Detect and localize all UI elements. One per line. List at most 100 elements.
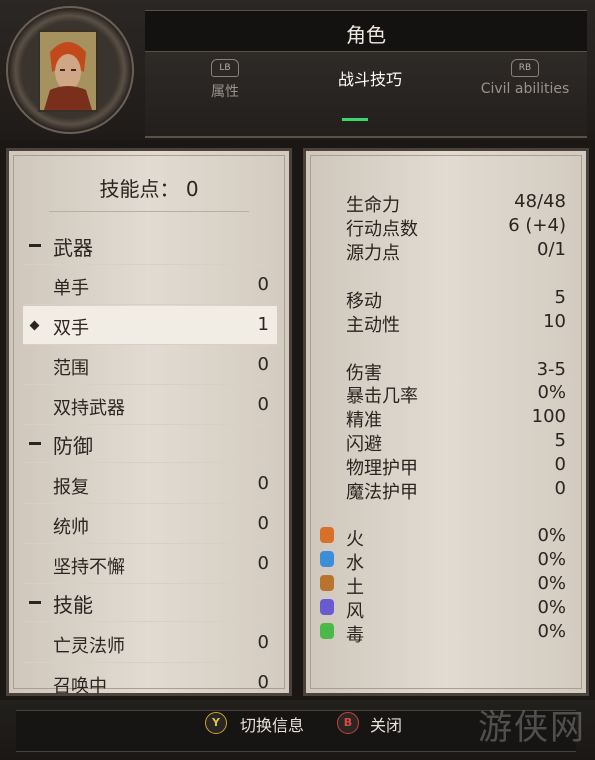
stat-label: 魔法护甲	[346, 482, 418, 503]
skill-row-summoning[interactable]: 召唤中 0	[23, 664, 269, 697]
category-defence[interactable]: 防御	[23, 424, 269, 463]
tab-bar: LB 属性 战斗技巧 RB Civil abilities	[145, 52, 587, 138]
skill-row-retribution[interactable]: 报复 0	[23, 465, 269, 504]
resistance-earth: 土 0%	[346, 573, 566, 598]
stat-label: 生命力	[346, 195, 400, 216]
stat-label: 主动性	[346, 315, 400, 336]
tab-civil-label: Civil abilities	[480, 81, 570, 97]
skill-row-ranged[interactable]: 范围 0	[23, 346, 269, 385]
skill-value: 1	[257, 314, 269, 335]
poison-icon	[320, 623, 334, 639]
skill-row-leadership[interactable]: 统帅 0	[23, 505, 269, 544]
stat-accuracy: 精准 100	[346, 406, 566, 431]
resistance-value: 0%	[537, 597, 566, 618]
category-skills[interactable]: 技能	[23, 583, 269, 622]
tab-attributes-label: 属性	[211, 84, 239, 100]
tab-attributes[interactable]: LB 属性	[195, 58, 255, 101]
skill-label: 坚持不懈	[53, 557, 125, 578]
stat-label: 精准	[346, 410, 382, 431]
close-button[interactable]: 关闭	[370, 712, 402, 736]
stat-value: 0/1	[537, 239, 566, 260]
stat-value: 6 (+4)	[508, 215, 566, 236]
stat-label: 闪避	[346, 434, 382, 455]
resistance-value: 0%	[537, 525, 566, 546]
stat-value: 10	[543, 311, 566, 332]
stat-value: 5	[554, 430, 566, 451]
category-label: 武器	[53, 236, 93, 260]
stat-label: 物理护甲	[346, 458, 418, 479]
character-portrait[interactable]	[38, 30, 98, 112]
skill-label: 统帅	[53, 517, 89, 538]
stat-label: 移动	[346, 291, 382, 312]
skill-value: 0	[257, 632, 269, 653]
skill-label: 召唤中	[53, 676, 107, 697]
skill-points-label: 技能点：	[99, 177, 180, 201]
skill-row-perseverance[interactable]: 坚持不懈 0	[23, 545, 269, 584]
skill-row-necromancer[interactable]: 亡灵法师 0	[23, 624, 269, 663]
skill-row-one-handed[interactable]: 单手 0	[23, 266, 269, 305]
stat-value: 3-5	[536, 359, 566, 380]
skill-value: 0	[257, 394, 269, 415]
tab-combat-label: 战斗技巧	[337, 70, 402, 89]
stat-value: 5	[554, 287, 566, 308]
skill-label: 双手	[53, 318, 89, 339]
skill-label: 报复	[53, 477, 89, 498]
switch-info-button[interactable]: 切换信息	[240, 712, 304, 736]
collapse-dash-icon	[29, 601, 41, 604]
lb-button-icon: LB	[211, 59, 239, 77]
stat-action-points: 行动点数 6 (+4)	[346, 215, 566, 240]
tab-civil-abilities[interactable]: RB Civil abilities	[465, 58, 585, 97]
resistance-air: 风 0%	[346, 597, 566, 622]
resistance-poison: 毒 0%	[346, 621, 566, 646]
page-title: 角色	[346, 23, 386, 47]
stat-vitality: 生命力 48/48	[346, 191, 566, 216]
fire-icon	[320, 527, 334, 543]
category-label: 防御	[53, 434, 93, 458]
stat-value: 0	[554, 454, 566, 475]
stat-magic-armour: 魔法护甲 0	[346, 478, 566, 503]
skill-row-dual-wielding[interactable]: 双持武器 0	[23, 386, 269, 425]
skill-label: 亡灵法师	[53, 636, 125, 657]
category-weapons[interactable]: 武器	[23, 226, 269, 265]
b-button-icon[interactable]: B	[337, 712, 359, 734]
stats-panel: 生命力 48/48 行动点数 6 (+4) 源力点 0/1 移动 5 主动性 1…	[303, 148, 589, 696]
stat-critical-chance: 暴击几率 0%	[346, 382, 566, 407]
skill-value: 0	[257, 672, 269, 693]
resistance-label: 风	[346, 601, 364, 622]
resistance-label: 毒	[346, 625, 364, 646]
stat-label: 源力点	[346, 243, 400, 264]
skill-value: 0	[257, 473, 269, 494]
skill-points: 技能点： 0	[9, 173, 289, 202]
stat-value: 0	[554, 478, 566, 499]
selected-diamond-icon	[29, 320, 40, 331]
resistance-label: 土	[346, 577, 364, 598]
skills-panel: 技能点： 0 武器 单手 0 双手 1 范围 0 双持武器 0 防御 报复 0 …	[6, 148, 292, 697]
collapse-dash-icon	[29, 244, 41, 247]
stat-source-points: 源力点 0/1	[346, 239, 566, 264]
resistance-label: 水	[346, 553, 364, 574]
title-bar: 角色	[145, 10, 587, 52]
resistance-value: 0%	[537, 573, 566, 594]
skill-row-two-handed[interactable]: 双手 1	[23, 306, 277, 345]
header: 角色 LB 属性 战斗技巧 RB Civil abilities	[0, 0, 595, 140]
skill-points-value: 0	[185, 177, 199, 201]
skill-value: 0	[257, 513, 269, 534]
skill-label: 范围	[53, 358, 89, 379]
air-icon	[320, 599, 334, 615]
resistance-value: 0%	[537, 549, 566, 570]
resistance-water: 水 0%	[346, 549, 566, 574]
watermark-logo: 游侠网	[478, 708, 586, 748]
skill-label: 双持武器	[53, 398, 125, 419]
stat-physical-armour: 物理护甲 0	[346, 454, 566, 479]
resistance-fire: 火 0%	[346, 525, 566, 550]
stat-value: 100	[531, 406, 566, 427]
active-tab-indicator	[342, 118, 368, 121]
tab-combat-abilities[interactable]: 战斗技巧	[325, 66, 415, 90]
stat-dodging: 闪避 5	[346, 430, 566, 455]
stat-value: 48/48	[514, 191, 566, 212]
stat-movement: 移动 5	[346, 287, 566, 312]
divider	[49, 211, 249, 212]
water-icon	[320, 551, 334, 567]
earth-icon	[320, 575, 334, 591]
y-button-icon[interactable]: Y	[205, 712, 227, 734]
